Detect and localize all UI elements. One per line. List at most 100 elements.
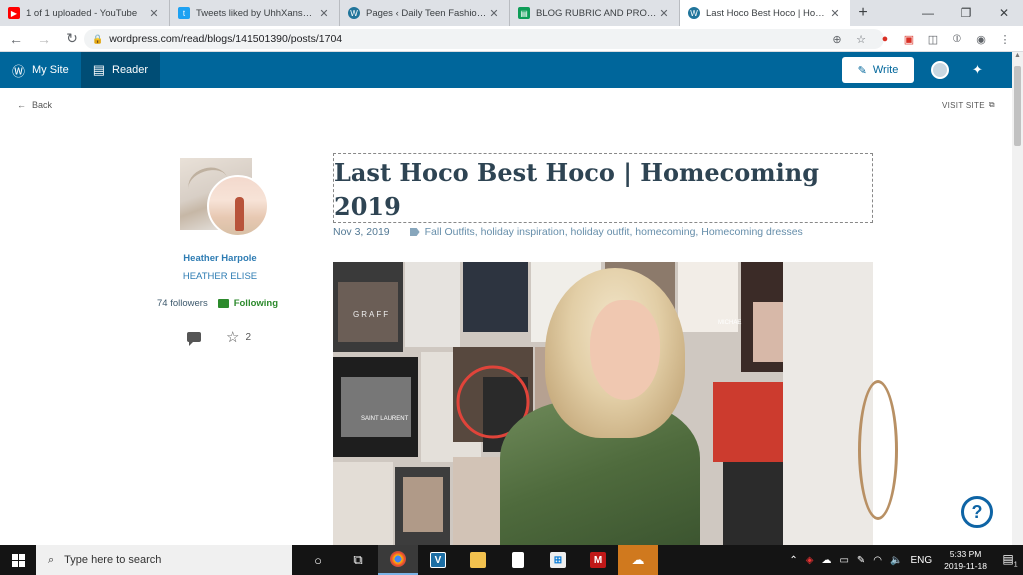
write-button[interactable]: ✎ Write [842, 57, 914, 83]
visit-site-label: VISIT SITE [942, 100, 985, 110]
tab-twitter[interactable]: t Tweets liked by UhhXans🤯 (@ ✕ [170, 0, 340, 26]
following-icon [217, 299, 229, 308]
maximize-button[interactable]: ❐ [947, 0, 985, 26]
post-date[interactable]: Nov 3, 2019 [333, 226, 390, 238]
taskbar-clock[interactable]: 5:33 PM 2019-11-18 [944, 548, 987, 572]
notepad-app[interactable] [498, 545, 538, 575]
star-icon[interactable]: ☆ [226, 328, 239, 346]
back-arrow-icon: ← [17, 100, 26, 110]
notification-count: 1 [1013, 561, 1018, 569]
start-button[interactable] [0, 545, 36, 575]
extension-icon[interactable]: ◫ [923, 29, 943, 49]
chrome-icon [390, 551, 406, 567]
chrome-app[interactable] [378, 545, 418, 575]
show-hidden-icons-icon[interactable]: ⌃ [789, 555, 797, 566]
reload-icon[interactable]: ↻ [60, 27, 84, 51]
browser-tab-strip: ▶ 1 of 1 uploaded - YouTube ✕ t Tweets l… [0, 0, 1023, 26]
external-link-icon: ⧉ [988, 100, 995, 109]
author-name[interactable]: Heather Harpole [130, 253, 310, 264]
blog-name[interactable]: HEATHER ELISE [130, 271, 310, 282]
task-view-icon[interactable]: ⧉ [338, 545, 378, 575]
post-tags[interactable]: Fall Outfits, holiday inspiration, holid… [425, 226, 803, 238]
wordpress-logo-icon: Ⓦ [12, 63, 26, 79]
visit-site-link[interactable]: VISIT SITE ⧉ [942, 100, 995, 110]
help-button[interactable]: ? [961, 496, 993, 528]
extension-icon[interactable]: ● [875, 29, 895, 49]
minimize-button[interactable]: — [909, 0, 947, 26]
svg-text:MICHAE: MICHAE [718, 320, 741, 326]
follow-row: 74 followers Following [157, 298, 278, 309]
close-tab-icon[interactable]: ✕ [828, 7, 842, 20]
file-explorer-app[interactable] [458, 545, 498, 575]
store-app[interactable]: ⊞ [538, 545, 578, 575]
lock-icon: 🔒 [92, 33, 104, 44]
tab-youtube[interactable]: ▶ 1 of 1 uploaded - YouTube ✕ [0, 0, 170, 26]
sheets-icon: ▤ [518, 7, 530, 19]
author-avatar[interactable] [207, 175, 269, 237]
mcafee-app[interactable]: M [578, 545, 618, 575]
new-tab-button[interactable]: + [850, 0, 876, 26]
search-placeholder: Type here to search [64, 554, 162, 566]
windows-logo-icon [11, 553, 25, 567]
write-icon: ✎ [857, 64, 867, 77]
my-site-label: My Site [32, 64, 69, 76]
tab-title: Last Hoco Best Hoco | Homeco [706, 7, 828, 19]
my-site-button[interactable]: Ⓦ My Site [0, 52, 81, 88]
search-icon: ⌕ [48, 553, 55, 566]
following-button[interactable]: Following [217, 298, 279, 309]
close-window-button[interactable]: ✕ [985, 0, 1023, 26]
pen-icon[interactable]: ✎ [857, 555, 865, 566]
close-tab-icon[interactable]: ✕ [487, 7, 501, 20]
scrollbar-thumb[interactable] [1014, 66, 1021, 146]
tab-wp-post[interactable]: W Last Hoco Best Hoco | Homeco ✕ [680, 0, 850, 26]
mcafee-icon: M [590, 552, 606, 568]
vegas-app[interactable]: V [418, 545, 458, 575]
cortana-icon[interactable]: ○ [298, 545, 338, 575]
post-title[interactable]: Last Hoco Best Hoco | Homecoming 2019 [333, 153, 873, 223]
extension-icon[interactable]: ▣ [899, 29, 919, 49]
tab-wp-pages[interactable]: W Pages ‹ Daily Teen Fashion — W ✕ [340, 0, 510, 26]
mcafee-tray-icon[interactable]: ◈ [806, 555, 814, 566]
close-tab-icon[interactable]: ✕ [317, 7, 331, 20]
close-tab-icon[interactable]: ✕ [657, 7, 671, 20]
forward-arrow-icon[interactable]: → [32, 27, 56, 51]
user-avatar[interactable] [931, 61, 949, 79]
following-label: Following [233, 298, 279, 309]
page-scrollbar[interactable]: ▲ [1012, 52, 1023, 545]
menu-dots-icon[interactable]: ⋮ [995, 29, 1015, 49]
close-tab-icon[interactable]: ✕ [147, 7, 161, 20]
back-arrow-icon[interactable]: ← [4, 27, 28, 51]
system-tray: ⌃ ◈ ☁ ▭ ✎ ◠ 🔈 ENG 5:33 PM 2019-11-18 ▤1 [785, 545, 1023, 575]
cloud-icon: ☁ [631, 552, 645, 567]
browser-toolbar: ← → ↻ 🔒 wordpress.com/read/blogs/1415013… [0, 26, 1023, 52]
extension-icon[interactable]: ⦶ [947, 29, 967, 49]
taskbar-search[interactable]: ⌕ Type here to search [36, 545, 292, 575]
tab-title: Tweets liked by UhhXans🤯 (@ [196, 7, 317, 19]
onedrive-icon[interactable]: ☁ [821, 555, 831, 566]
tab-sheets[interactable]: ▤ BLOG RUBRIC AND PROGRESS ✕ [510, 0, 680, 26]
tag-icon [409, 228, 420, 236]
post-image-subject-face [590, 300, 660, 400]
window-controls: — ❐ ✕ [909, 0, 1023, 26]
svg-text:GRAFF: GRAFF [353, 310, 390, 319]
svg-text:SAINT LAURENT: SAINT LAURENT [361, 416, 409, 422]
tab-title: Pages ‹ Daily Teen Fashion — W [366, 7, 487, 19]
address-bar[interactable]: 🔒 wordpress.com/read/blogs/141501390/pos… [84, 29, 884, 49]
scroll-up-icon[interactable]: ▲ [1012, 52, 1023, 63]
language-indicator[interactable]: ENG [910, 555, 932, 566]
notifications-bell-icon[interactable]: ✦ [972, 62, 983, 78]
add-icon[interactable]: ⊕ [827, 29, 847, 49]
back-link[interactable]: ← Back [17, 100, 52, 110]
battery-icon[interactable]: ▭ [839, 555, 848, 566]
youtube-icon: ▶ [8, 7, 20, 19]
cloud-app[interactable]: ☁ [618, 545, 658, 575]
wifi-icon[interactable]: ◠ [873, 555, 882, 566]
like-count: 2 [245, 331, 252, 343]
bookmark-star-icon[interactable]: ☆ [851, 29, 871, 49]
comment-icon[interactable] [187, 332, 201, 346]
profile-avatar-icon[interactable]: ◉ [971, 29, 991, 49]
reader-button[interactable]: ▤ Reader [80, 52, 161, 88]
volume-icon[interactable]: 🔈 [890, 555, 902, 566]
action-center-icon[interactable]: ▤1 [997, 552, 1023, 568]
windows-taskbar: ⌕ Type here to search ○ ⧉ V ⊞ M ☁ ⌃ ◈ ☁ … [0, 545, 1023, 575]
